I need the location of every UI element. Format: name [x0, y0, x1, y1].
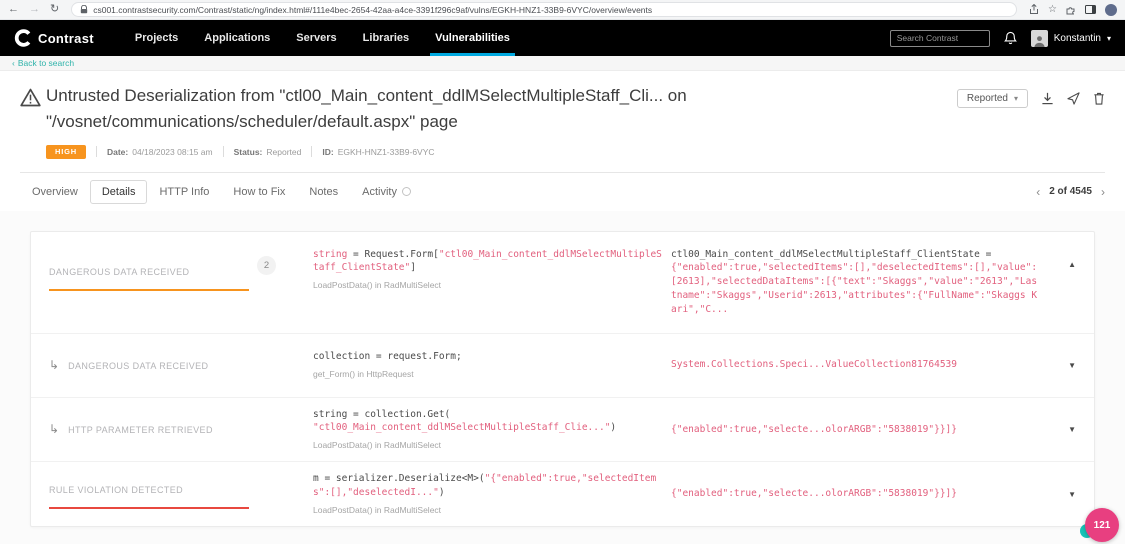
brand-name: Contrast	[38, 31, 94, 46]
notifications-bell-icon[interactable]	[1004, 31, 1017, 45]
chat-bubble-icon[interactable]: 121	[1085, 508, 1119, 542]
event-row: ↳ DANGEROUS DATA RECEIVED collection = r…	[31, 333, 1094, 397]
nav-menu: Projects Applications Servers Libraries …	[122, 20, 523, 56]
stack-frame-caption: LoadPostData() in RadMultiSelect	[313, 504, 663, 516]
search-input[interactable]	[890, 30, 990, 47]
event-type: RULE VIOLATION DETECTED	[49, 480, 249, 509]
tab-notes[interactable]: Notes	[297, 180, 350, 204]
user-menu[interactable]: Konstantin ▾	[1031, 30, 1111, 47]
status-value: Reported	[266, 147, 301, 157]
expand-toggle-icon[interactable]: ▼	[1050, 361, 1076, 370]
event-type: ↳ HTTP PARAMETER RETRIEVED	[49, 423, 249, 435]
download-icon[interactable]	[1041, 92, 1054, 105]
tab-how-to-fix[interactable]: How to Fix	[221, 180, 297, 204]
severity-badge: HIGH	[46, 145, 86, 159]
url-text: cs001.contrastsecurity.com/Contrast/stat…	[93, 5, 652, 15]
send-icon[interactable]	[1067, 92, 1080, 105]
back-to-search-link[interactable]: ‹ Back to search	[12, 58, 74, 68]
browser-forward-icon[interactable]: →	[29, 4, 40, 15]
event-value: System.Collections.Speci...ValueCollecti…	[671, 358, 1042, 372]
status-dropdown[interactable]: Reported ▾	[957, 89, 1028, 108]
pagination: ‹ 2 of 4545 ›	[1036, 186, 1105, 198]
date-value: 04/18/2023 08:15 am	[132, 147, 212, 157]
info-circle-icon	[402, 187, 411, 196]
trash-icon[interactable]	[1093, 92, 1105, 105]
event-row: ↳ HTTP PARAMETER RETRIEVED string = coll…	[31, 397, 1094, 462]
event-code: m = serializer.Deserialize<M>("{"enabled…	[313, 472, 663, 516]
side-panel-icon[interactable]	[1085, 5, 1096, 14]
page-next-icon[interactable]: ›	[1101, 186, 1105, 198]
browser-back-icon[interactable]: ←	[8, 4, 19, 15]
browser-profile-icon[interactable]	[1105, 4, 1117, 16]
share-icon[interactable]	[1029, 4, 1039, 15]
tab-activity[interactable]: Activity	[350, 180, 423, 204]
page-prev-icon[interactable]: ‹	[1036, 186, 1040, 198]
vulnerability-meta: HIGH Date: 04/18/2023 08:15 am Status: R…	[46, 145, 1105, 172]
warning-triangle-icon	[20, 83, 46, 107]
vulnerability-header: Untrusted Deserialization from "ctl00_Ma…	[0, 71, 1125, 173]
tabs-bar: Overview Details HTTP Info How to Fix No…	[0, 173, 1125, 211]
event-value: {"enabled":true,"selecte...olorARGB":"58…	[671, 487, 1042, 501]
tab-http-info[interactable]: HTTP Info	[147, 180, 221, 204]
event-row: RULE VIOLATION DETECTED m = serializer.D…	[31, 461, 1094, 526]
event-type: DANGEROUS DATA RECEIVED	[49, 262, 249, 291]
event-value: ctl00_Main_content_ddlMSelectMultipleSta…	[671, 248, 1042, 317]
chevron-left-icon: ‹	[12, 58, 15, 68]
status-label: Status:	[234, 147, 263, 157]
bookmark-star-icon[interactable]: ☆	[1048, 5, 1057, 15]
tab-overview[interactable]: Overview	[20, 180, 90, 204]
stack-frame-caption: LoadPostData() in RadMultiSelect	[313, 279, 663, 291]
nav-item-servers[interactable]: Servers	[283, 20, 349, 56]
date-label: Date:	[107, 147, 128, 157]
collapse-toggle-icon[interactable]: ▲	[1050, 260, 1076, 269]
event-row: DANGEROUS DATA RECEIVED 2 string = Reque…	[31, 232, 1094, 333]
user-avatar	[1031, 30, 1048, 47]
event-type: ↳ DANGEROUS DATA RECEIVED	[49, 359, 249, 371]
event-count-badge: 2	[257, 256, 276, 275]
contrast-logo[interactable]: Contrast	[14, 20, 94, 56]
browser-refresh-icon[interactable]: ↻	[50, 4, 59, 15]
page-title: Untrusted Deserialization from "ctl00_Ma…	[46, 83, 957, 136]
browser-chrome: ← → ↻ cs001.contrastsecurity.com/Contras…	[0, 0, 1125, 20]
event-trace-card: DANGEROUS DATA RECEIVED 2 string = Reque…	[30, 231, 1095, 528]
expand-toggle-icon[interactable]: ▼	[1050, 490, 1076, 499]
chat-widget[interactable]: 121	[1085, 508, 1119, 542]
back-bar: ‹ Back to search	[0, 56, 1125, 71]
id-label: ID:	[322, 147, 333, 157]
nav-item-projects[interactable]: Projects	[122, 20, 191, 56]
event-value: {"enabled":true,"selecte...olorARGB":"58…	[671, 423, 1042, 437]
expand-toggle-icon[interactable]: ▼	[1050, 425, 1076, 434]
stack-frame-caption: LoadPostData() in RadMultiSelect	[313, 439, 663, 451]
contrast-logo-icon	[14, 29, 32, 47]
chevron-down-icon: ▾	[1107, 34, 1111, 43]
tab-details[interactable]: Details	[90, 180, 148, 204]
chevron-down-icon: ▾	[1014, 94, 1018, 103]
trace-connector-icon: ↳	[49, 423, 59, 435]
nav-item-vulnerabilities[interactable]: Vulnerabilities	[422, 20, 523, 56]
screen: ← → ↻ cs001.contrastsecurity.com/Contras…	[0, 0, 1125, 544]
page-indicator: 2 of 4545	[1049, 186, 1092, 197]
chat-unread-count: 121	[1094, 520, 1111, 531]
user-name: Konstantin	[1054, 33, 1101, 44]
event-code: string = collection.Get( "ctl00_Main_con…	[313, 408, 663, 452]
trace-connector-icon: ↳	[49, 359, 59, 371]
event-type-label: DANGEROUS DATA RECEIVED	[68, 361, 208, 371]
lock-icon	[80, 5, 88, 14]
event-type-label: RULE VIOLATION DETECTED	[49, 485, 183, 495]
id-value: EGKH-HNZ1-33B9-6VYC	[338, 147, 435, 157]
event-type-label: HTTP PARAMETER RETRIEVED	[68, 425, 213, 435]
event-code: collection = request.Form; get_Form() in…	[313, 350, 663, 380]
event-type-label: DANGEROUS DATA RECEIVED	[49, 267, 189, 277]
top-nav: Contrast Projects Applications Servers L…	[0, 20, 1125, 56]
extensions-icon[interactable]	[1066, 5, 1076, 15]
details-content: DANGEROUS DATA RECEIVED 2 string = Reque…	[0, 211, 1125, 544]
event-code: string = Request.Form["ctl00_Main_conten…	[313, 248, 663, 292]
url-bar[interactable]: cs001.contrastsecurity.com/Contrast/stat…	[71, 2, 1017, 17]
nav-item-applications[interactable]: Applications	[191, 20, 283, 56]
nav-item-libraries[interactable]: Libraries	[350, 20, 422, 56]
stack-frame-caption: get_Form() in HttpRequest	[313, 368, 663, 380]
